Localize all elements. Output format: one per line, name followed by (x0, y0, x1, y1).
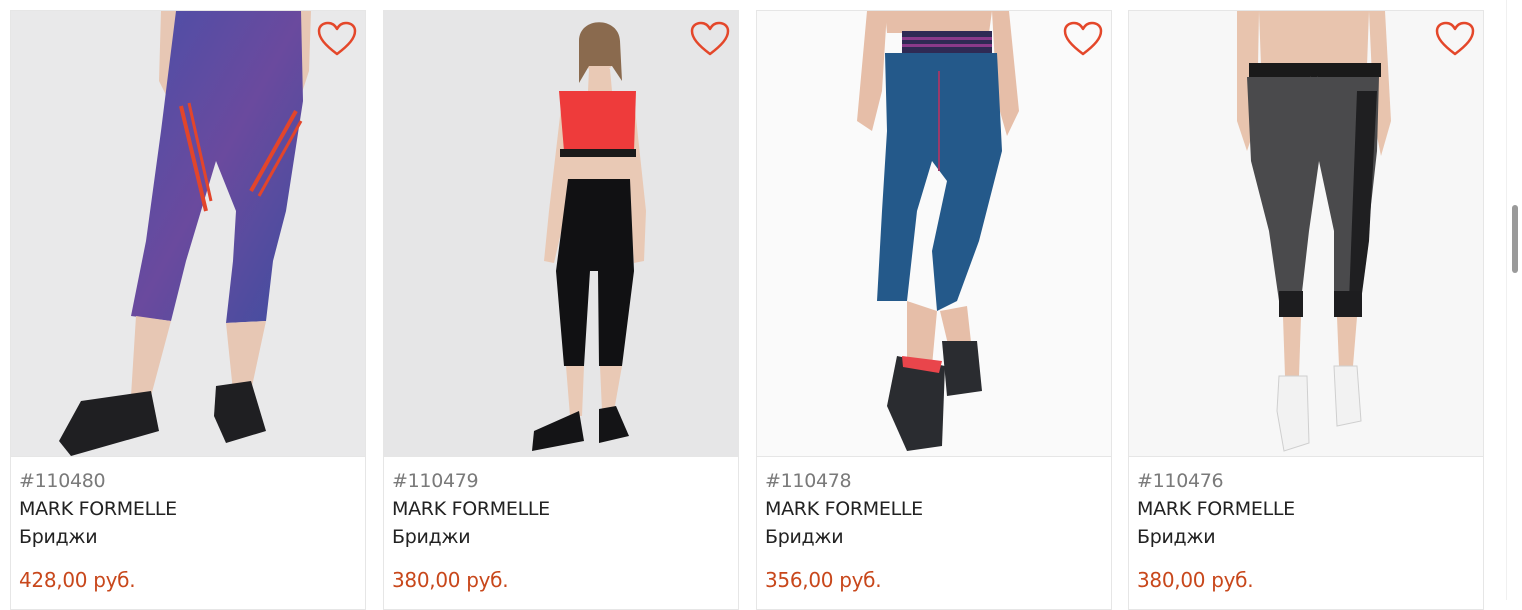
product-image[interactable] (1129, 11, 1483, 457)
product-sku: #110480 (19, 470, 106, 492)
product-price: 380,00 руб. (392, 568, 509, 592)
product-sku: #110476 (1137, 470, 1224, 492)
favorite-heart-icon[interactable] (1435, 21, 1475, 57)
product-card[interactable]: #110480 MARK FORMELLE Бриджи 428,00 руб. (10, 10, 366, 610)
product-brand[interactable]: MARK FORMELLE (765, 497, 1103, 525)
product-brand[interactable]: MARK FORMELLE (392, 497, 730, 525)
product-name[interactable]: Бриджи (19, 525, 357, 567)
product-brand[interactable]: MARK FORMELLE (19, 497, 357, 525)
product-image[interactable] (11, 11, 365, 457)
product-name[interactable]: Бриджи (392, 525, 730, 567)
favorite-heart-icon[interactable] (1063, 21, 1103, 57)
product-image[interactable] (384, 11, 738, 457)
product-name[interactable]: Бриджи (765, 525, 1103, 567)
product-card[interactable]: #110476 MARK FORMELLE Бриджи 380,00 руб. (1128, 10, 1484, 610)
favorite-heart-icon[interactable] (690, 21, 730, 57)
product-brand[interactable]: MARK FORMELLE (1137, 497, 1475, 525)
product-card[interactable]: #110479 MARK FORMELLE Бриджи 380,00 руб. (383, 10, 739, 610)
product-price: 356,00 руб. (765, 568, 882, 592)
scrollbar-thumb[interactable] (1512, 205, 1518, 273)
product-card[interactable]: #110478 MARK FORMELLE Бриджи 356,00 руб. (756, 10, 1112, 610)
product-info: #110478 MARK FORMELLE Бриджи 356,00 руб. (765, 469, 1103, 593)
product-info: #110476 MARK FORMELLE Бриджи 380,00 руб. (1137, 469, 1475, 593)
product-price: 428,00 руб. (19, 568, 136, 592)
product-grid: #110480 MARK FORMELLE Бриджи 428,00 руб. (10, 10, 1486, 610)
product-sku: #110478 (765, 470, 852, 492)
product-name[interactable]: Бриджи (1137, 525, 1475, 567)
product-info: #110480 MARK FORMELLE Бриджи 428,00 руб. (19, 469, 357, 593)
product-sku: #110479 (392, 470, 479, 492)
favorite-heart-icon[interactable] (317, 21, 357, 57)
product-info: #110479 MARK FORMELLE Бриджи 380,00 руб. (392, 469, 730, 593)
vertical-scrollbar[interactable] (1506, 0, 1522, 600)
product-price: 380,00 руб. (1137, 568, 1254, 592)
product-image[interactable] (757, 11, 1111, 457)
